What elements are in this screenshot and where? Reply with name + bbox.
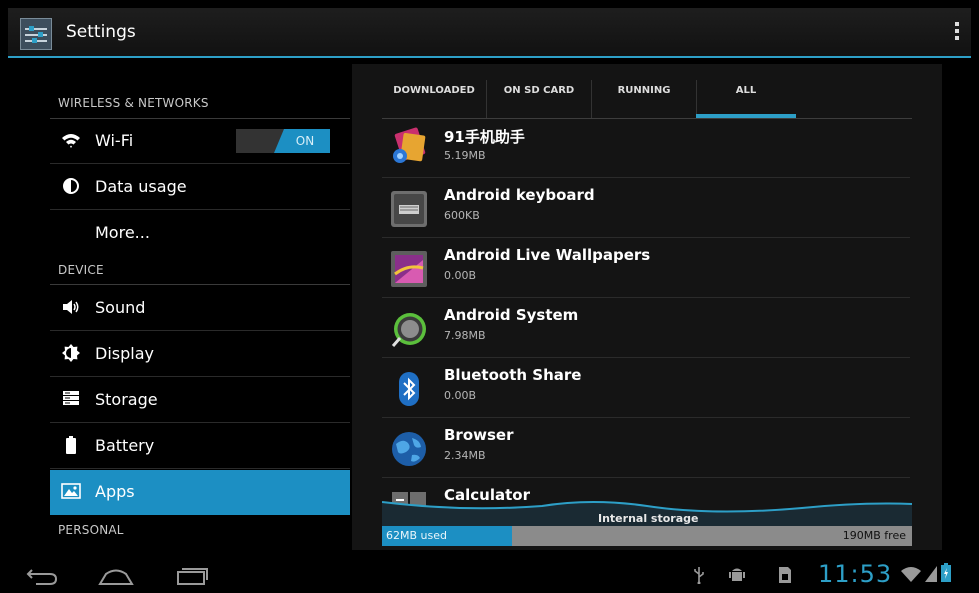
tab-bar: DOWNLOADED ON SD CARD RUNNING ALL <box>382 72 912 119</box>
toggle-on-label: ON <box>274 129 330 153</box>
storage-usage-bar: 62MB used 190MB free <box>382 526 912 546</box>
settings-item-display[interactable]: Display <box>50 332 350 377</box>
section-header-personal: PERSONAL <box>58 523 124 537</box>
back-button[interactable] <box>26 566 58 590</box>
live-wallpapers-app-icon <box>390 250 428 288</box>
settings-item-apps[interactable]: Apps <box>50 470 350 515</box>
settings-item-battery[interactable]: Battery <box>50 424 350 469</box>
settings-item-label: Battery <box>95 436 155 455</box>
keyboard-app-icon <box>390 190 428 228</box>
section-divider <box>50 284 350 285</box>
app-list[interactable]: 91手机助手 5.19MB Android keyboard 600KB And… <box>382 118 910 508</box>
page-title: Settings <box>66 22 136 42</box>
tab-all[interactable]: ALL <box>696 72 796 118</box>
recent-apps-button[interactable] <box>174 566 208 590</box>
storage-label: Internal storage <box>598 512 699 525</box>
settings-item-label: Data usage <box>95 177 187 196</box>
app-size: 0.00B <box>444 269 477 282</box>
overflow-menu-icon[interactable] <box>955 22 961 43</box>
android-system-icon <box>390 310 428 348</box>
usb-icon[interactable] <box>692 566 706 588</box>
data-usage-icon <box>60 177 82 199</box>
wifi-toggle[interactable]: ON <box>236 129 330 153</box>
app-name: Browser <box>444 426 514 444</box>
settings-item-data-usage[interactable]: Data usage <box>50 165 350 210</box>
list-item[interactable]: Browser 2.34MB <box>382 418 910 478</box>
list-item[interactable]: Bluetooth Share 0.00B <box>382 358 910 418</box>
apps-icon <box>60 482 82 504</box>
section-header-device: DEVICE <box>58 263 104 277</box>
list-item[interactable]: Android System 7.98MB <box>382 298 910 358</box>
app-name: Android keyboard <box>444 186 595 204</box>
speaker-icon <box>60 298 82 320</box>
app-name: Android System <box>444 306 579 324</box>
action-bar: Settings <box>8 8 971 58</box>
settings-item-label: Apps <box>95 482 135 501</box>
storage-icon <box>60 390 82 412</box>
settings-item-label: Wi-Fi <box>95 131 134 150</box>
clock: 11:53 <box>818 560 893 588</box>
app-name: 91手机助手 <box>444 128 525 146</box>
app-size: 600KB <box>444 209 480 222</box>
app-size: 0.00B <box>444 389 477 402</box>
settings-item-more[interactable]: More... <box>50 211 350 253</box>
android-debug-icon[interactable] <box>728 566 746 588</box>
settings-item-sound[interactable]: Sound <box>50 286 350 331</box>
app-91-assistant-icon <box>390 126 428 164</box>
settings-app-icon[interactable] <box>20 18 52 50</box>
settings-item-label: Storage <box>95 390 158 409</box>
system-bar: 11:53 <box>0 558 979 593</box>
app-size: 2.34MB <box>444 449 486 462</box>
bluetooth-icon <box>390 370 428 408</box>
wifi-signal-icon <box>900 565 922 587</box>
app-size: 5.19MB <box>444 149 486 162</box>
settings-list: WIRELESS & NETWORKS Wi-Fi ON Data usage … <box>50 70 350 542</box>
battery-status-icon <box>940 563 952 587</box>
list-item[interactable]: Android keyboard 600KB <box>382 178 910 238</box>
storage-free-text: 190MB free <box>842 529 906 542</box>
home-button[interactable] <box>98 566 134 590</box>
storage-used-fill: 62MB used <box>382 526 512 546</box>
cell-signal-icon <box>924 565 938 587</box>
list-item[interactable]: Android Live Wallpapers 0.00B <box>382 238 910 298</box>
storage-used-text: 62MB used <box>386 529 447 542</box>
tab-running[interactable]: RUNNING <box>592 72 696 118</box>
settings-item-label: Display <box>95 344 154 363</box>
section-header-wireless: WIRELESS & NETWORKS <box>58 96 209 110</box>
tab-on-sd-card[interactable]: ON SD CARD <box>487 72 591 118</box>
apps-pane: DOWNLOADED ON SD CARD RUNNING ALL 91手机助手… <box>352 64 942 550</box>
settings-item-label: More... <box>95 223 150 242</box>
brightness-icon <box>60 344 82 366</box>
list-item[interactable]: 91手机助手 5.19MB <box>382 118 910 178</box>
tab-downloaded[interactable]: DOWNLOADED <box>382 72 486 118</box>
wifi-icon <box>60 131 82 153</box>
app-name: Bluetooth Share <box>444 366 582 384</box>
browser-globe-icon <box>390 430 428 468</box>
settings-item-storage[interactable]: Storage <box>50 378 350 423</box>
battery-icon <box>60 436 82 458</box>
sd-card-icon[interactable] <box>778 566 792 588</box>
settings-item-label: Sound <box>95 298 146 317</box>
app-size: 7.98MB <box>444 329 486 342</box>
app-name: Android Live Wallpapers <box>444 246 651 264</box>
settings-item-wifi[interactable]: Wi-Fi ON <box>50 119 350 164</box>
